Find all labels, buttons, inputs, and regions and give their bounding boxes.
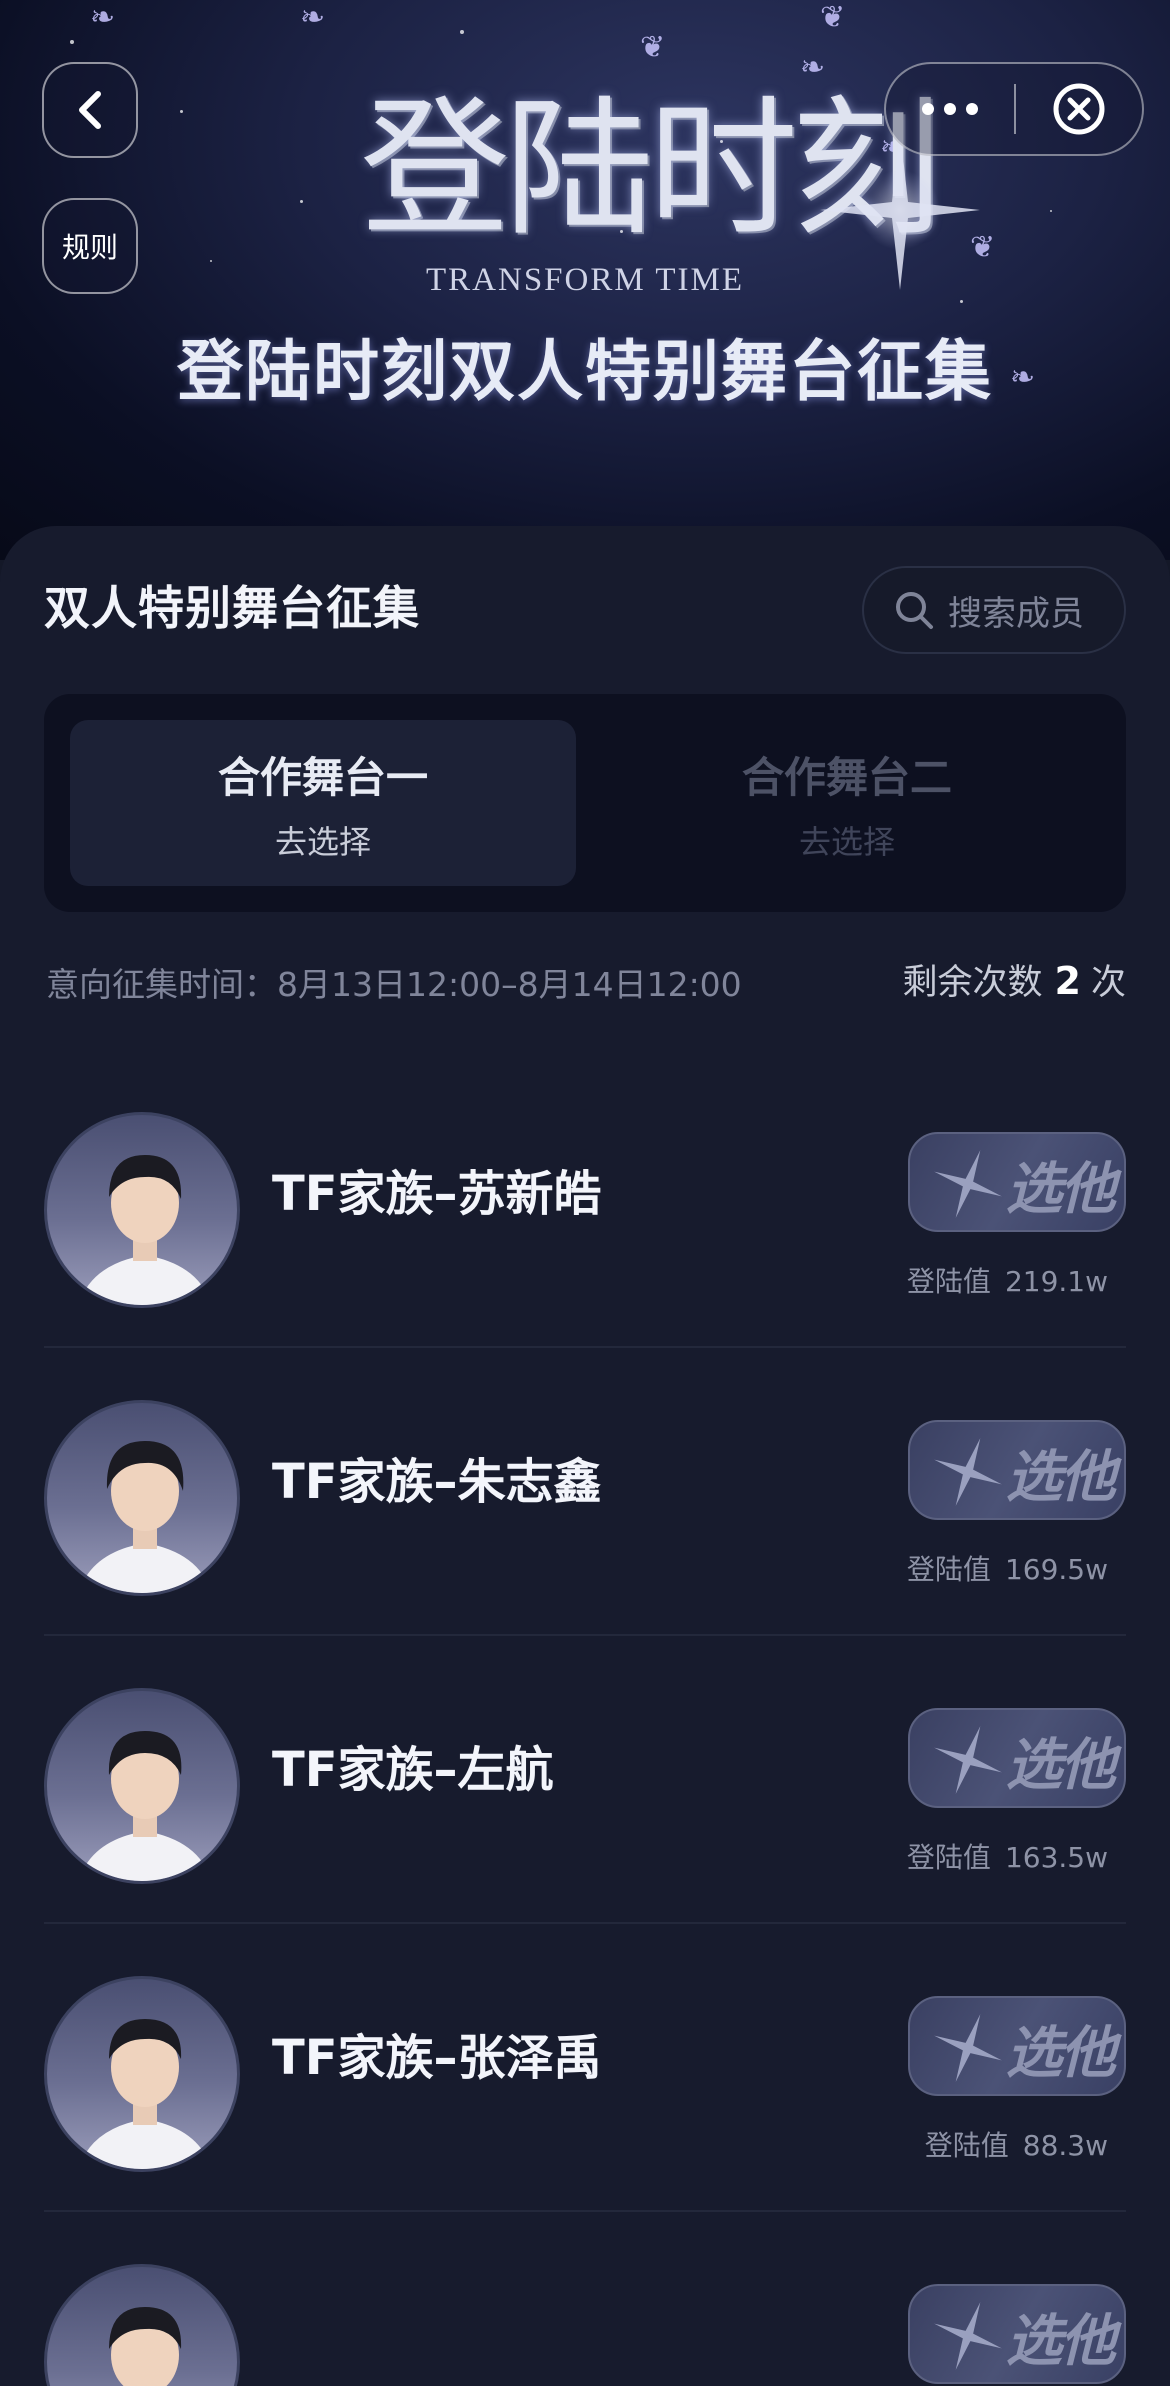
member-row: TF家族–朱志鑫 选他 登陆值 169.5w xyxy=(44,1348,1126,1636)
member-photo xyxy=(78,2019,212,2169)
pick-button[interactable]: 选他 xyxy=(908,1708,1126,1808)
more-dots-icon xyxy=(922,103,978,115)
member-name: TF家族–左航 xyxy=(272,1742,554,1798)
member-row: 选他 xyxy=(44,2212,1126,2386)
avatar xyxy=(44,2264,240,2386)
remaining-unit: 次 xyxy=(1090,963,1126,1003)
star xyxy=(960,300,963,303)
search-placeholder: 搜索成员 xyxy=(948,593,1084,634)
star xyxy=(1050,210,1052,212)
chevron-left-icon xyxy=(79,91,101,129)
logo-title: 登陆时刻 xyxy=(360,83,942,257)
member-photo xyxy=(78,1155,212,1305)
member-photo xyxy=(109,2307,182,2386)
avatar xyxy=(44,1688,240,1884)
stage-tabs: 合作舞台一 去选择 合作舞台二 去选择 xyxy=(44,694,1126,912)
pick-star-icon xyxy=(934,1438,1002,1506)
member-row: TF家族–张泽禹 选他 登陆值 88.3w xyxy=(44,1924,1126,2212)
member-row: TF家族–左航 选他 登陆值 163.5w xyxy=(44,1636,1126,1924)
tab-label: 合作舞台一 xyxy=(217,752,428,802)
star xyxy=(300,200,303,203)
back-button[interactable] xyxy=(42,62,138,158)
logo-subtitle: TRANSFORM TIME xyxy=(425,262,745,298)
member-name: TF家族–朱志鑫 xyxy=(272,1454,602,1510)
tab-stage-one[interactable]: 合作舞台一 去选择 xyxy=(70,720,576,886)
remaining-count: 剩余次数 2 次 xyxy=(903,954,1126,1005)
close-button[interactable] xyxy=(1016,64,1142,154)
collection-period: 意向征集时间：8月13日12:00–8月14日12:00 xyxy=(46,965,742,1004)
main-panel: 双人特别舞台征集 搜索成员 合作舞台一 去选择 合作舞台二 去选择 意向征集时间… xyxy=(0,526,1170,2386)
tab-label: 合作舞台二 xyxy=(741,752,952,802)
member-name: TF家族–苏新皓 xyxy=(272,1166,602,1222)
pick-label: 选他 xyxy=(1006,1445,1116,1510)
star xyxy=(210,260,212,262)
avatar xyxy=(44,1976,240,2172)
tab-sub-label: 去选择 xyxy=(274,822,371,861)
search-input[interactable]: 搜索成员 xyxy=(862,566,1126,654)
pick-button[interactable]: 选他 xyxy=(908,1420,1126,1520)
score: 登陆值 163.5w xyxy=(907,1836,1108,1876)
score: 登陆值 88.3w xyxy=(925,2124,1108,2164)
pick-label: 选他 xyxy=(1006,1157,1116,1222)
more-button[interactable] xyxy=(886,64,1014,154)
star xyxy=(70,40,74,44)
pick-star-icon xyxy=(934,1726,1002,1794)
member-row: TF家族–苏新皓 选他 登陆值 219.1w xyxy=(44,1060,1126,1348)
star xyxy=(460,30,464,34)
header-banner: ❧ ❧ ❦ ❧ ❦ ❧ ❦ ❧ 登陆时刻 TRANSFORM TIME 登陆时刻… xyxy=(0,0,1170,560)
member-photo xyxy=(78,1731,212,1881)
pick-label: 选他 xyxy=(1006,2021,1116,2086)
tab-stage-two[interactable]: 合作舞台二 去选择 xyxy=(594,720,1100,886)
pick-star-icon xyxy=(934,2014,1002,2082)
banner-heading: 登陆时刻双人特别舞台征集 xyxy=(177,333,993,410)
butterfly-icon: ❦ xyxy=(820,0,846,35)
score: 登陆值 169.5w xyxy=(907,1548,1108,1588)
score: 登陆值 219.1w xyxy=(907,1260,1108,1300)
butterfly-icon: ❧ xyxy=(90,0,116,35)
rules-label: 规则 xyxy=(61,231,118,264)
pick-star-icon xyxy=(934,2302,1002,2370)
score-label: 登陆值 xyxy=(906,1265,991,1298)
member-name: TF家族–张泽禹 xyxy=(272,2030,602,2086)
pick-label: 选他 xyxy=(1006,2309,1116,2374)
rules-button[interactable]: 规则 xyxy=(42,198,138,294)
score-value: 163.5w xyxy=(1004,1841,1108,1874)
score-label: 登陆值 xyxy=(906,1841,991,1874)
score-label: 登陆值 xyxy=(906,1553,991,1586)
member-photo xyxy=(78,1441,212,1593)
search-icon xyxy=(896,592,933,629)
section-title: 双人特别舞台征集 xyxy=(44,581,420,635)
score-value: 88.3w xyxy=(1022,2129,1108,2162)
butterfly-icon: ❧ xyxy=(300,0,326,35)
tab-sub-label: 去选择 xyxy=(798,822,895,861)
pick-label: 选他 xyxy=(1006,1733,1116,1798)
pick-button[interactable]: 选他 xyxy=(908,1996,1126,2096)
butterfly-icon: ❦ xyxy=(640,30,666,65)
star xyxy=(180,110,183,113)
score-value: 219.1w xyxy=(1004,1265,1108,1298)
remaining-number: 2 xyxy=(1054,959,1081,1003)
pick-button[interactable]: 选他 xyxy=(908,2284,1126,2384)
pick-star-icon xyxy=(934,1150,1002,1218)
pick-button[interactable]: 选他 xyxy=(908,1132,1126,1232)
close-circle-icon xyxy=(1053,83,1105,135)
avatar xyxy=(44,1400,240,1596)
score-label: 登陆值 xyxy=(924,2129,1009,2162)
remaining-label: 剩余次数 xyxy=(902,963,1043,1003)
avatar xyxy=(44,1112,240,1308)
mini-program-capsule xyxy=(884,62,1144,156)
score-value: 169.5w xyxy=(1004,1553,1108,1586)
